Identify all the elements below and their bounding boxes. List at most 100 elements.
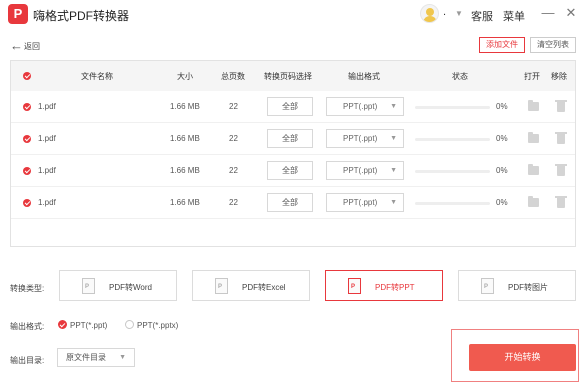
file-name: 1.pdf [38, 134, 56, 143]
output-format-value: PPT(.ppt) [343, 134, 378, 143]
user-name[interactable]: . [443, 6, 446, 18]
chevron-down-icon: ▼ [390, 167, 397, 174]
table-row: 1.pdf 1.66 MB 22 全部 PPT(.ppt) ▼ 0% [11, 155, 575, 187]
back-link[interactable]: 返回 [24, 41, 40, 52]
output-format-select[interactable]: PPT(.ppt) ▼ [326, 161, 404, 180]
trash-icon[interactable] [555, 164, 567, 176]
trash-icon[interactable] [555, 100, 567, 112]
progress-percent: 0% [496, 102, 508, 111]
progress-percent: 0% [496, 198, 508, 207]
progress-percent: 0% [496, 166, 508, 175]
type-card-label: PDF转PPT [375, 283, 415, 292]
table-row: 1.pdf 1.66 MB 22 全部 PPT(.ppt) ▼ 0% [11, 91, 575, 123]
back-arrow-icon[interactable]: ← [10, 38, 23, 53]
type-card-label: PDF转图片 [508, 283, 548, 292]
minimize-icon[interactable]: — [541, 5, 555, 20]
pdf-file-icon-letter: P [218, 284, 223, 290]
avatar-body-shape [423, 16, 437, 22]
clear-list-button[interactable]: 清空列表 [530, 37, 576, 53]
radio-ppt-label[interactable]: PPT(*.ppt) [70, 321, 107, 330]
type-card-pdf-to-excel[interactable]: P PDF转Excel [192, 270, 310, 301]
page-range-button[interactable]: 全部 [267, 129, 313, 148]
output-format-select[interactable]: PPT(.ppt) ▼ [326, 193, 404, 212]
table-row: 1.pdf 1.66 MB 22 全部 PPT(.ppt) ▼ 0% [11, 187, 575, 219]
chevron-down-icon: ▼ [390, 135, 397, 142]
trash-icon[interactable] [555, 196, 567, 208]
type-card-pdf-to-image[interactable]: P PDF转图片 [458, 270, 576, 301]
page-count: 22 [229, 166, 238, 175]
progress-bar [415, 106, 490, 109]
file-size: 1.66 MB [170, 166, 200, 175]
output-format-select[interactable]: PPT(.ppt) ▼ [326, 129, 404, 148]
pdf-file-icon: P [215, 278, 228, 294]
conversion-type-label: 转换类型: [10, 284, 45, 293]
row-checkbox[interactable] [23, 135, 31, 143]
row-checkbox[interactable] [23, 167, 31, 175]
folder-icon[interactable] [528, 164, 539, 175]
output-format-value: PPT(.ppt) [343, 198, 378, 207]
trash-icon[interactable] [555, 132, 567, 144]
table-row: 1.pdf 1.66 MB 22 全部 PPT(.ppt) ▼ 0% [11, 123, 575, 155]
folder-icon[interactable] [528, 196, 539, 207]
output-format-value: PPT(.ppt) [343, 102, 378, 111]
header-remove: 移除 [551, 72, 567, 81]
output-format-label: 输出格式: [10, 322, 45, 331]
header-total-pages: 总页数 [221, 72, 245, 81]
page-range-button[interactable]: 全部 [267, 193, 313, 212]
output-directory-label: 输出目录: [10, 356, 45, 365]
page-count: 22 [229, 134, 238, 143]
user-avatar[interactable] [420, 4, 439, 23]
type-card-pdf-to-word[interactable]: P PDF转Word [59, 270, 177, 301]
row-checkbox[interactable] [23, 199, 31, 207]
pdf-file-icon: P [481, 278, 494, 294]
folder-icon[interactable] [528, 132, 539, 143]
header-page-selection: 转换页码选择 [264, 72, 312, 81]
page-range-button[interactable]: 全部 [267, 161, 313, 180]
page-count: 22 [229, 198, 238, 207]
app-title: 嗨格式PDF转换器 [33, 9, 130, 23]
page-range-button[interactable]: 全部 [267, 97, 313, 116]
pdf-file-icon-letter: P [484, 284, 489, 290]
output-directory-select[interactable]: 原文件目录 ▼ [57, 348, 135, 367]
radio-pptx-label[interactable]: PPT(*.pptx) [137, 321, 178, 330]
output-format-value: PPT(.ppt) [343, 166, 378, 175]
type-card-pdf-to-ppt[interactable]: P PDF转PPT [325, 270, 443, 301]
add-file-button[interactable]: 添加文件 [479, 37, 525, 53]
folder-icon[interactable] [528, 100, 539, 111]
title-bar: P 嗨格式PDF转换器 . ▼ 客服 菜单 — ✕ [0, 0, 583, 30]
pdf-file-icon: P [82, 278, 95, 294]
menu-link[interactable]: 菜单 [503, 8, 525, 24]
app-logo-icon: P [8, 4, 28, 24]
customer-service-link[interactable]: 客服 [471, 8, 493, 24]
select-all-checkbox[interactable] [23, 72, 31, 80]
app-window: P 嗨格式PDF转换器 . ▼ 客服 菜单 — ✕ ← 返回 添加文件 清空列表… [0, 0, 583, 386]
type-card-label: PDF转Word [109, 283, 152, 292]
table-header: 文件名称 大小 总页数 转换页码选择 输出格式 状态 打开 移除 [11, 61, 575, 91]
user-dropdown-caret-icon[interactable]: ▼ [455, 9, 463, 18]
pdf-file-icon-letter: P [85, 284, 90, 290]
output-format-select[interactable]: PPT(.ppt) ▼ [326, 97, 404, 116]
progress-percent: 0% [496, 134, 508, 143]
type-card-label: PDF转Excel [242, 283, 286, 292]
progress-bar [415, 138, 490, 141]
pdf-file-icon: P [348, 278, 361, 294]
close-icon[interactable]: ✕ [564, 5, 578, 21]
chevron-down-icon: ▼ [390, 199, 397, 206]
file-size: 1.66 MB [170, 102, 200, 111]
radio-pptx[interactable] [125, 320, 134, 329]
file-table: 文件名称 大小 总页数 转换页码选择 输出格式 状态 打开 移除 1.pdf 1… [10, 60, 576, 247]
output-directory-value: 原文件目录 [66, 353, 106, 362]
header-output-format: 输出格式 [348, 72, 380, 81]
page-count: 22 [229, 102, 238, 111]
row-checkbox[interactable] [23, 103, 31, 111]
chevron-down-icon: ▼ [119, 354, 126, 361]
chevron-down-icon: ▼ [390, 103, 397, 110]
file-size: 1.66 MB [170, 198, 200, 207]
header-file-name: 文件名称 [81, 72, 113, 81]
file-name: 1.pdf [38, 102, 56, 111]
file-name: 1.pdf [38, 166, 56, 175]
header-size: 大小 [177, 72, 193, 81]
start-conversion-button[interactable]: 开始转换 [469, 344, 576, 371]
radio-ppt[interactable] [58, 320, 67, 329]
file-name: 1.pdf [38, 198, 56, 207]
